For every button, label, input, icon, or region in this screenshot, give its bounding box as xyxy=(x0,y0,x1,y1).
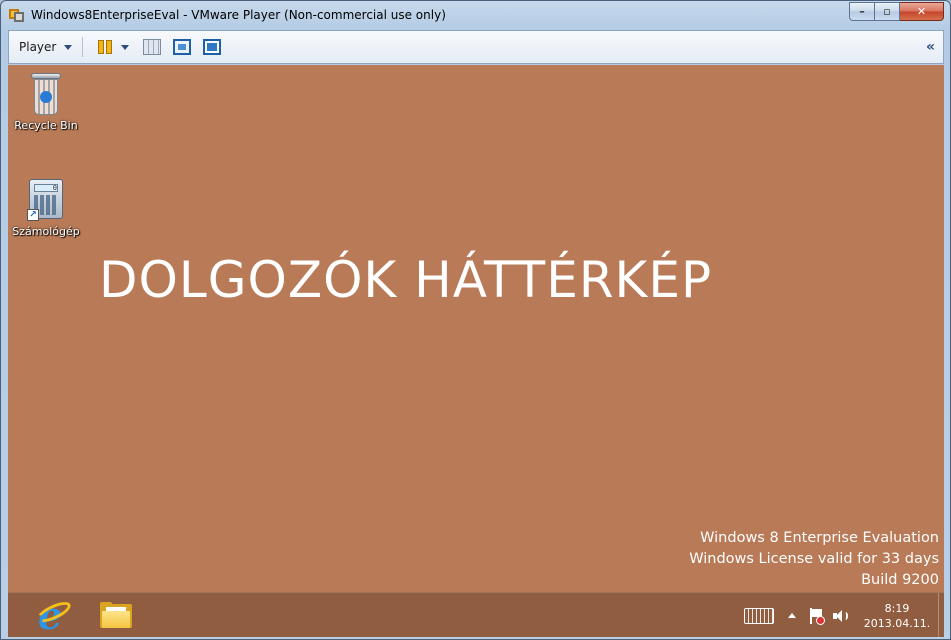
title-bar[interactable]: Windows8EnterpriseEval - VMware Player (… xyxy=(1,1,950,29)
desktop-icon-calculator[interactable]: 0 ↗ Számológép xyxy=(8,169,86,238)
maximize-button[interactable]: ▫ xyxy=(875,2,900,21)
taskbar-clock[interactable]: 8:19 2013.04.11. xyxy=(862,601,932,631)
window-title: Windows8EnterpriseEval - VMware Player (… xyxy=(31,8,446,22)
watermark-build: Build 9200 xyxy=(861,572,939,588)
watermark-license: Windows License valid for 33 days xyxy=(689,551,939,567)
watermark-edition: Windows 8 Enterprise Evaluation xyxy=(700,530,939,546)
player-toolbar: Player « xyxy=(8,30,944,64)
unity-icon[interactable] xyxy=(203,39,222,55)
calculator-screen: 0 xyxy=(34,184,58,192)
window-controls: – ▫ ✕ xyxy=(849,2,944,21)
action-center-flag-icon[interactable] xyxy=(808,607,825,625)
chevron-down-icon xyxy=(64,44,73,50)
desktop-icon-recycle-bin[interactable]: Recycle Bin xyxy=(8,65,86,132)
internet-explorer-icon: e xyxy=(34,593,74,637)
desktop-icon-label: Számológép xyxy=(12,225,80,238)
volume-icon[interactable] xyxy=(832,608,848,624)
guest-desktop[interactable]: Recycle Bin 0 ↗ Számológép DOLGOZÓK HÁTT… xyxy=(8,65,944,637)
wallpaper-text: DOLGOZÓK HÁTTÉRKÉP xyxy=(99,251,713,309)
minimize-button[interactable]: – xyxy=(849,2,875,21)
touch-keyboard-icon[interactable] xyxy=(744,607,774,624)
taskbar-internet-explorer[interactable]: e xyxy=(24,593,84,637)
clock-time: 8:19 xyxy=(884,601,910,615)
show-hidden-icons-icon[interactable] xyxy=(788,613,796,618)
close-button[interactable]: ✕ xyxy=(900,2,944,21)
recycle-bin-icon xyxy=(31,73,61,115)
player-menu-label: Player xyxy=(19,40,57,54)
pause-icon[interactable] xyxy=(97,39,115,55)
show-desktop-button[interactable] xyxy=(938,593,944,637)
vmware-player-window: Windows8EnterpriseEval - VMware Player (… xyxy=(0,0,951,640)
vmware-app-icon xyxy=(9,7,25,23)
pause-options-chevron-icon[interactable] xyxy=(121,44,130,50)
full-screen-icon[interactable] xyxy=(173,39,192,55)
desktop-icon-label: Recycle Bin xyxy=(14,119,78,132)
calculator-icon: 0 ↗ xyxy=(27,179,63,221)
toolbar-separator xyxy=(82,37,84,57)
shortcut-arrow-icon: ↗ xyxy=(27,209,39,221)
clock-date: 2013.04.11. xyxy=(863,616,931,630)
evaluation-watermark: Windows 8 Enterprise Evaluation Windows … xyxy=(689,528,939,591)
collapse-toolbar-icon[interactable]: « xyxy=(926,39,935,55)
player-menu-button[interactable]: Player xyxy=(19,40,73,54)
taskbar: e 8:19 2013.04.11. xyxy=(8,592,944,637)
file-explorer-icon xyxy=(100,602,132,628)
taskbar-file-explorer[interactable] xyxy=(86,596,146,634)
system-tray: 8:19 2013.04.11. xyxy=(744,593,944,637)
ctrl-alt-del-icon[interactable] xyxy=(143,39,162,55)
